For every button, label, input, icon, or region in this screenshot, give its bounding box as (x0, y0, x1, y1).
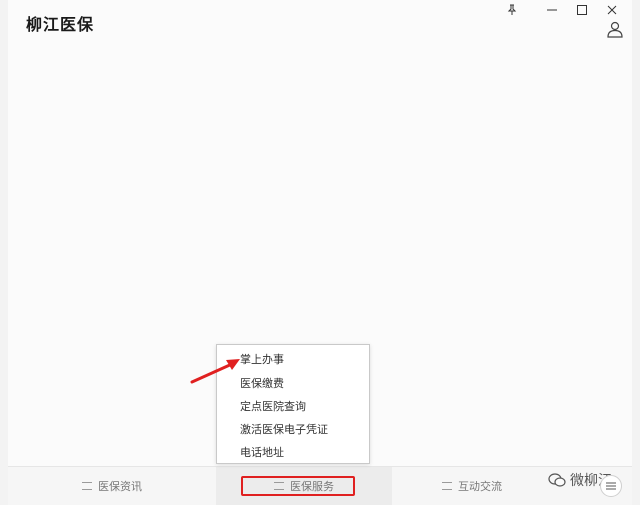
wechat-icon (548, 473, 566, 487)
maximize-icon (577, 5, 587, 15)
close-button[interactable] (602, 2, 622, 18)
menu-item-contact-address[interactable]: 电话地址 (240, 442, 284, 464)
tab-medical-news[interactable]: 医保资讯 (8, 467, 216, 505)
menu-item-mobile-services[interactable]: 掌上办事 (240, 349, 284, 371)
minimize-button[interactable] (542, 2, 562, 18)
user-icon (607, 21, 623, 38)
user-profile-button[interactable] (606, 20, 624, 38)
red-arrow-annotation (190, 359, 240, 384)
menu-icon (442, 482, 452, 490)
highlight-box (241, 476, 355, 496)
menu-item-insurance-payment[interactable]: 医保缴费 (240, 373, 284, 395)
minimize-icon (547, 9, 557, 11)
menu-item-hospital-search[interactable]: 定点医院查询 (240, 396, 306, 418)
menu-icon (82, 482, 92, 490)
pin-icon (507, 4, 517, 15)
list-icon (606, 482, 616, 490)
tab-label: 医保资讯 (98, 480, 142, 493)
tab-label: 互动交流 (458, 480, 502, 493)
floating-menu-button[interactable] (600, 475, 622, 497)
pin-button[interactable] (502, 2, 522, 18)
menu-item-activate-e-voucher[interactable]: 激活医保电子凭证 (240, 419, 328, 441)
close-icon (607, 5, 617, 15)
tab-interaction[interactable]: 互动交流 (392, 467, 552, 505)
maximize-button[interactable] (572, 2, 592, 18)
app-title: 柳江医保 (26, 15, 95, 34)
